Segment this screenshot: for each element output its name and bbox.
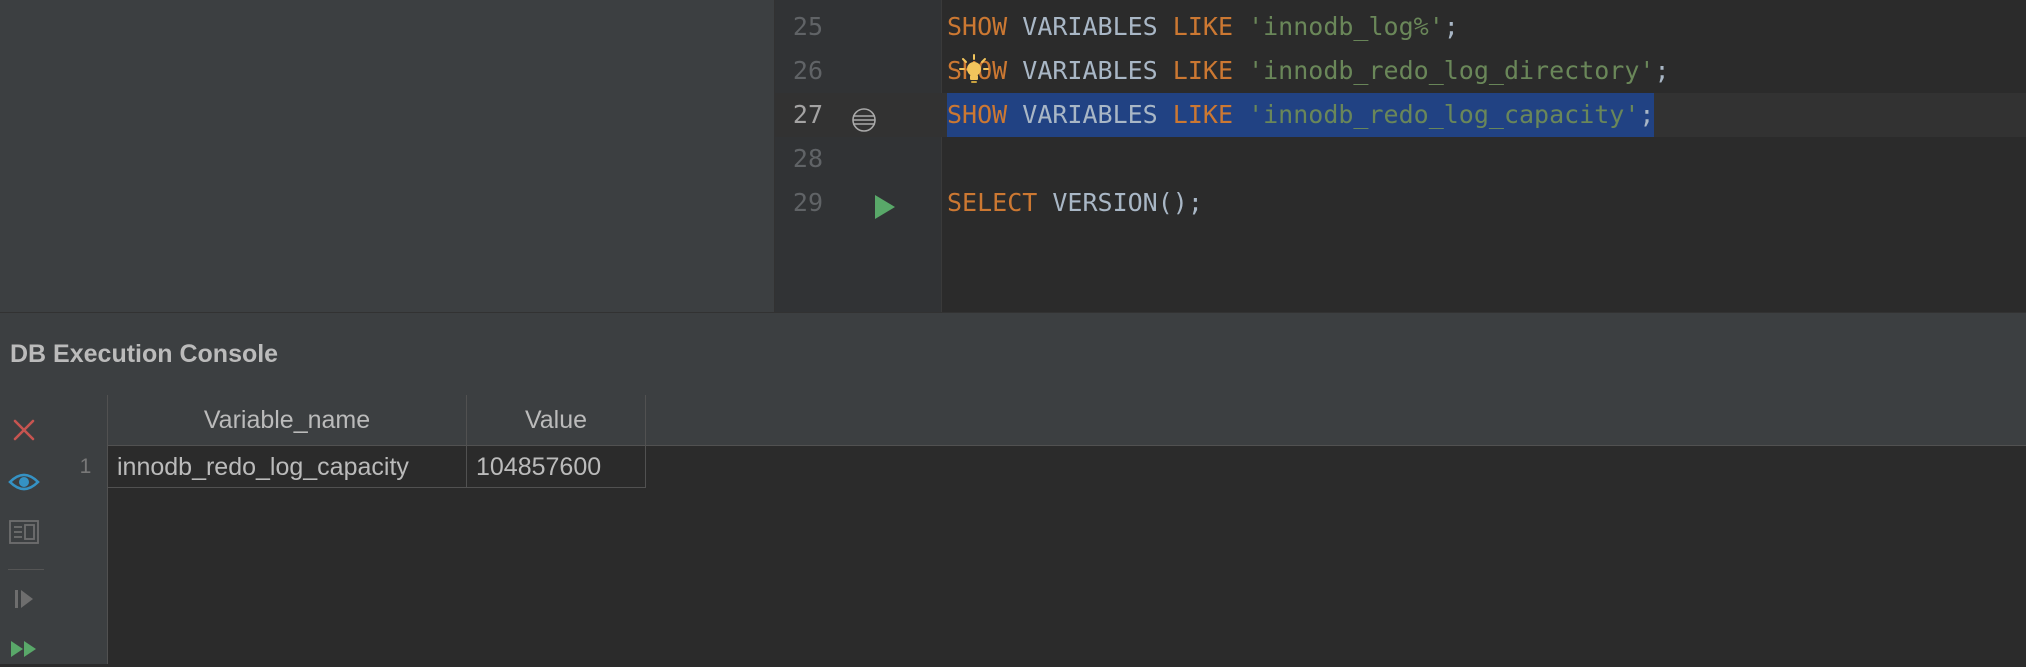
editor-line-27[interactable]: 27 SHOW VARIABLES LIKE 'innodb_redo_log_… [775,93,2026,137]
close-button[interactable] [8,416,40,448]
console-header: DB Execution Console [0,312,2026,396]
view-button[interactable] [8,468,40,500]
layout-icon [9,519,39,549]
table-cell-value[interactable]: 104857600 [467,446,646,488]
editor-line-26[interactable]: 26 SHOW VARIABLES LIKE 'innodb_redo_log_… [775,49,2026,93]
editor-line-25[interactable]: 25 SHOW VARIABLES LIKE 'innodb_log%'; [775,5,2026,49]
run-statement-icon[interactable] [873,190,897,234]
close-icon [12,418,36,447]
line-number: 28 [792,144,823,173]
column-header-variable-name[interactable]: Variable_name [108,395,467,445]
console-toolbar [0,395,65,664]
keyword: SHOW [947,12,1008,41]
top-pane: 25 SHOW VARIABLES LIKE 'innodb_log%'; 26… [0,0,2026,312]
identifier: VARIABLES [1007,56,1173,85]
keyword: SELECT [947,188,1038,217]
semicolon: ; [1443,12,1459,41]
string-literal: 'innodb_log%' [1248,12,1444,41]
code[interactable]: SHOW VARIABLES LIKE 'innodb_log%'; [947,5,1459,49]
string-literal: 'innodb_redo_log_capacity' [1248,100,1640,129]
editor-line-28[interactable]: 28 [775,137,2026,181]
identifier: VARIABLES [1007,12,1173,41]
resume-icon [12,588,36,615]
toolbar-separator [8,569,44,570]
row-number-gutter [64,395,108,664]
fast-forward-button[interactable] [8,635,40,667]
selected-code[interactable]: SHOW VARIABLES LIKE 'innodb_redo_log_cap… [947,93,1655,137]
table-cell-variable-name[interactable]: innodb_redo_log_capacity [108,446,467,488]
identifier: VARIABLES [1007,100,1173,129]
line-number: 25 [792,12,823,41]
console-body: Variable_name Value 1 innodb_redo_log_ca… [0,395,2026,664]
line-number: 26 [792,56,823,85]
keyword: SHOW [947,100,1008,129]
console-title: DB Execution Console [10,340,279,368]
keyword: LIKE [1172,12,1234,41]
string-literal: 'innodb_redo_log_directory' [1248,56,1655,85]
semicolon: ; [1639,100,1655,129]
resume-button[interactable] [8,585,40,617]
line-number: 27 [792,100,823,129]
sql-editor[interactable]: 25 SHOW VARIABLES LIKE 'innodb_log%'; 26… [775,0,2026,312]
line-number: 29 [792,188,823,217]
keyword: LIKE [1172,100,1234,129]
left-panel [0,0,775,312]
results-table[interactable]: Variable_name Value 1 innodb_redo_log_ca… [64,395,2026,664]
code[interactable]: SELECT VERSION(); [947,181,1203,225]
identifier: VERSION(); [1037,188,1203,217]
fast-forward-icon [10,639,38,664]
keyword: LIKE [1172,56,1234,85]
layout-button[interactable] [8,518,40,550]
column-header-value[interactable]: Value [467,395,646,445]
editor-line-29[interactable]: 29 SELECT VERSION(); [775,181,2026,225]
eye-icon [8,471,40,498]
row-number: 1 [79,455,92,478]
code[interactable]: SHOW VARIABLES LIKE 'innodb_redo_log_dir… [947,49,1670,93]
semicolon: ; [1654,56,1670,85]
